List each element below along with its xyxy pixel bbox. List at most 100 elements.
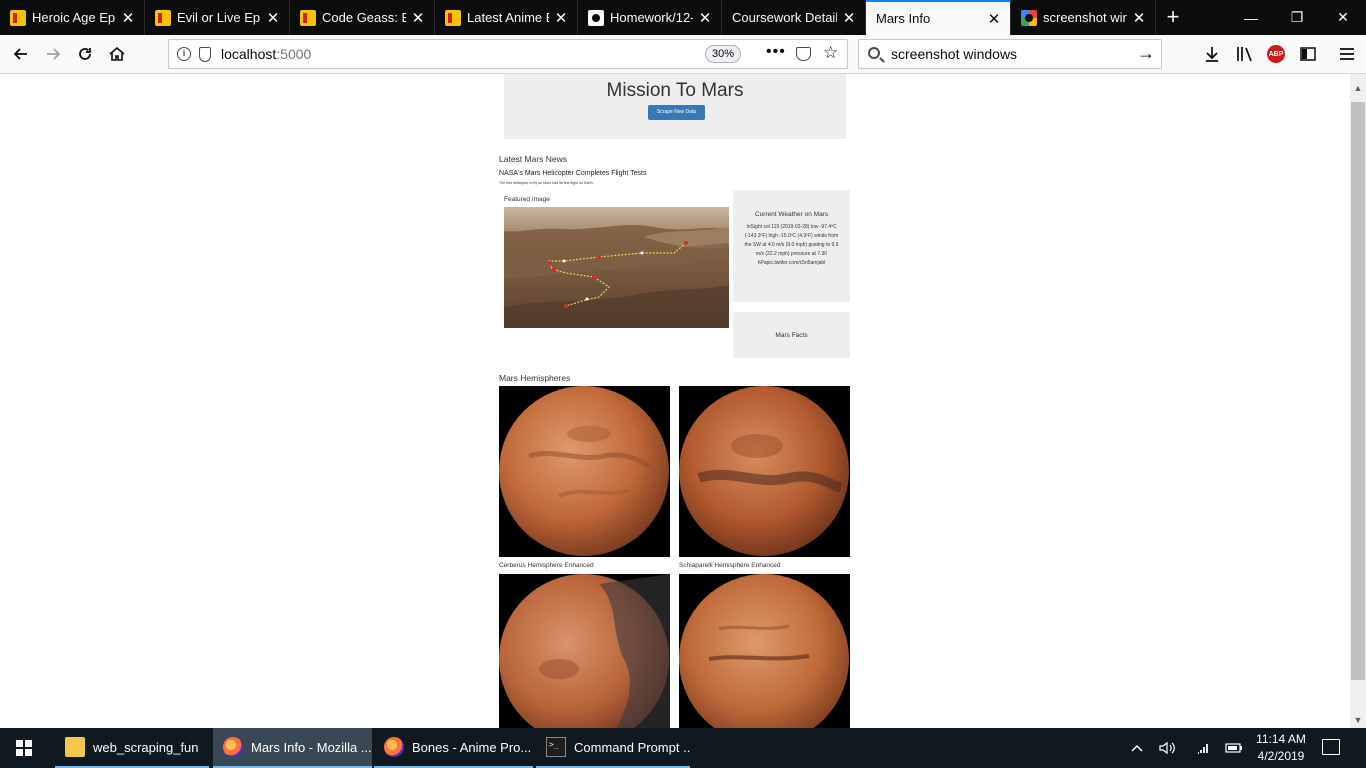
close-icon[interactable]: ✕ — [406, 9, 430, 27]
volume-icon[interactable] — [1156, 728, 1180, 768]
crunchyroll-icon — [10, 9, 26, 26]
news-paragraph: The first helicopter to fly on Mars had … — [499, 181, 594, 185]
adblock-plus-button[interactable]: ABP — [1261, 39, 1291, 69]
url-port: :5000 — [276, 46, 312, 62]
forward-button[interactable] — [38, 39, 68, 69]
forward-arrow-icon — [47, 48, 61, 60]
tab-latest-anime[interactable]: Latest Anime Ep ✕ — [435, 0, 578, 35]
minimize-button[interactable]: — — [1228, 0, 1274, 35]
crunchyroll-icon — [445, 9, 461, 26]
tab-mars-info[interactable]: Mars Info ✕ — [866, 0, 1011, 35]
back-button[interactable] — [6, 39, 36, 69]
scrollbar-thumb[interactable] — [1351, 102, 1365, 680]
bookmark-star-icon[interactable]: ☆ — [823, 43, 838, 63]
hemisphere-image-syrtis — [499, 574, 670, 728]
close-icon[interactable]: ✕ — [982, 10, 1006, 28]
page-title: Mission To Mars — [606, 80, 744, 101]
featured-image-label: Featured Image — [504, 196, 550, 203]
tab-coursework[interactable]: Coursework Detail | ✕ — [722, 0, 866, 35]
tab-homework[interactable]: Homework/12-W ✕ — [578, 0, 722, 35]
scrape-new-data-button[interactable]: Scrape New Data — [648, 105, 705, 120]
pocket-icon[interactable] — [796, 47, 811, 61]
show-hidden-icons-chevron-up-icon[interactable] — [1126, 728, 1148, 768]
news-heading: Latest Mars News — [499, 154, 568, 164]
taskbar-item-label: Command Prompt ... — [574, 739, 690, 755]
featured-image — [504, 207, 729, 328]
close-icon[interactable]: ✕ — [261, 9, 285, 27]
url-host: localhost — [221, 46, 277, 62]
mars-facts-title: Mars Facts — [775, 332, 808, 339]
mars-facts-panel: Mars Facts — [733, 312, 850, 358]
taskbar-item-command-prompt[interactable]: Command Prompt ... — [536, 728, 690, 768]
reload-button[interactable] — [70, 39, 100, 69]
close-icon[interactable]: ✕ — [837, 9, 861, 27]
hemisphere-image-cerberus — [499, 386, 670, 557]
downloads-button[interactable] — [1197, 39, 1227, 69]
windows-taskbar: web_scraping_fun Mars Info - Mozilla ...… — [0, 728, 1366, 768]
weather-text: InSight sol 119 (2019-03-28) low -97.4ºC… — [744, 224, 839, 266]
taskbar-item-label: Bones - Anime Pro... — [412, 739, 532, 755]
taskbar-item-file-explorer[interactable]: web_scraping_fun — [55, 728, 209, 768]
page-scrollbar[interactable]: ▲ ▼ — [1350, 74, 1366, 728]
search-bar[interactable]: screenshot windows → — [858, 39, 1162, 69]
tracking-shield-icon[interactable] — [199, 47, 211, 62]
clock-date: 4/2/2019 — [1257, 749, 1305, 763]
folder-icon — [65, 737, 85, 757]
url-bar[interactable]: i localhost:5000 30% ••• ☆ — [168, 39, 848, 69]
battery-icon[interactable] — [1222, 728, 1246, 768]
windows-logo-icon — [16, 740, 32, 756]
tab-code-geass[interactable]: Code Geass: Bo ✕ — [290, 0, 435, 35]
search-go-arrow-icon[interactable]: → — [1137, 43, 1155, 64]
tab-evil-or-live[interactable]: Evil or Live Episo ✕ — [145, 0, 290, 35]
tab-heroic-age[interactable]: Heroic Age Epis ✕ — [0, 0, 145, 35]
close-icon[interactable]: ✕ — [549, 9, 573, 27]
tab-label: Coursework Detail | — [732, 10, 837, 25]
library-icon — [1237, 47, 1252, 62]
close-icon[interactable]: ✕ — [1127, 9, 1151, 27]
taskbar-item-firefox-mars[interactable]: Mars Info - Mozilla ... — [213, 728, 372, 768]
tab-label: Code Geass: Bo — [322, 10, 406, 25]
url-text[interactable]: localhost:5000 — [221, 46, 311, 62]
jumbotron: Mission To Mars Scrape New Data — [504, 74, 846, 139]
wifi-icon[interactable] — [1192, 728, 1216, 768]
firefox-icon — [223, 737, 243, 757]
home-icon — [109, 46, 125, 61]
news-title: NASA's Mars Helicopter Completes Flight … — [499, 170, 647, 177]
github-icon — [588, 9, 604, 26]
tab-screenshot[interactable]: screenshot windo ✕ — [1011, 0, 1156, 35]
tab-label: Evil or Live Episo — [177, 10, 261, 25]
close-icon[interactable]: ✕ — [116, 9, 140, 27]
clock-time: 11:14 AM — [1256, 732, 1306, 746]
google-icon — [1021, 9, 1037, 26]
tab-label: Homework/12-W — [610, 10, 693, 25]
crunchyroll-icon — [155, 9, 171, 26]
library-button[interactable] — [1230, 39, 1260, 69]
menu-button[interactable] — [1332, 39, 1362, 69]
page-actions-icon[interactable]: ••• — [766, 43, 786, 61]
tab-label: screenshot windo — [1043, 10, 1127, 25]
reload-icon — [79, 48, 91, 60]
close-icon[interactable]: ✕ — [693, 9, 717, 27]
action-center-notification-icon[interactable] — [1322, 739, 1340, 755]
firefox-icon — [384, 737, 404, 757]
close-window-button[interactable]: ✕ — [1320, 0, 1366, 35]
new-tab-button[interactable]: + — [1158, 0, 1188, 35]
sidebar-toggle-button[interactable] — [1293, 39, 1323, 69]
system-clock[interactable]: 11:14 AM 4/2/2019 — [1248, 731, 1314, 765]
search-input[interactable]: screenshot windows — [891, 46, 1017, 62]
scroll-down-arrow-icon[interactable]: ▼ — [1350, 712, 1366, 728]
search-icon — [868, 47, 880, 59]
home-button[interactable] — [102, 39, 132, 69]
restore-button[interactable]: ❐ — [1274, 0, 1320, 35]
download-icon — [1206, 47, 1218, 62]
taskbar-item-firefox-bones[interactable]: Bones - Anime Pro... — [374, 728, 533, 768]
scroll-up-arrow-icon[interactable]: ▲ — [1350, 74, 1366, 102]
zoom-level-badge[interactable]: 30% — [705, 45, 741, 63]
hemisphere-image-schiaparelli — [679, 386, 850, 557]
hamburger-menu-icon — [1340, 48, 1354, 60]
start-button[interactable] — [0, 728, 48, 768]
back-arrow-icon — [13, 48, 27, 60]
tab-label: Mars Info — [876, 11, 931, 26]
tab-label: Heroic Age Epis — [32, 10, 116, 25]
info-icon[interactable]: i — [177, 47, 191, 61]
